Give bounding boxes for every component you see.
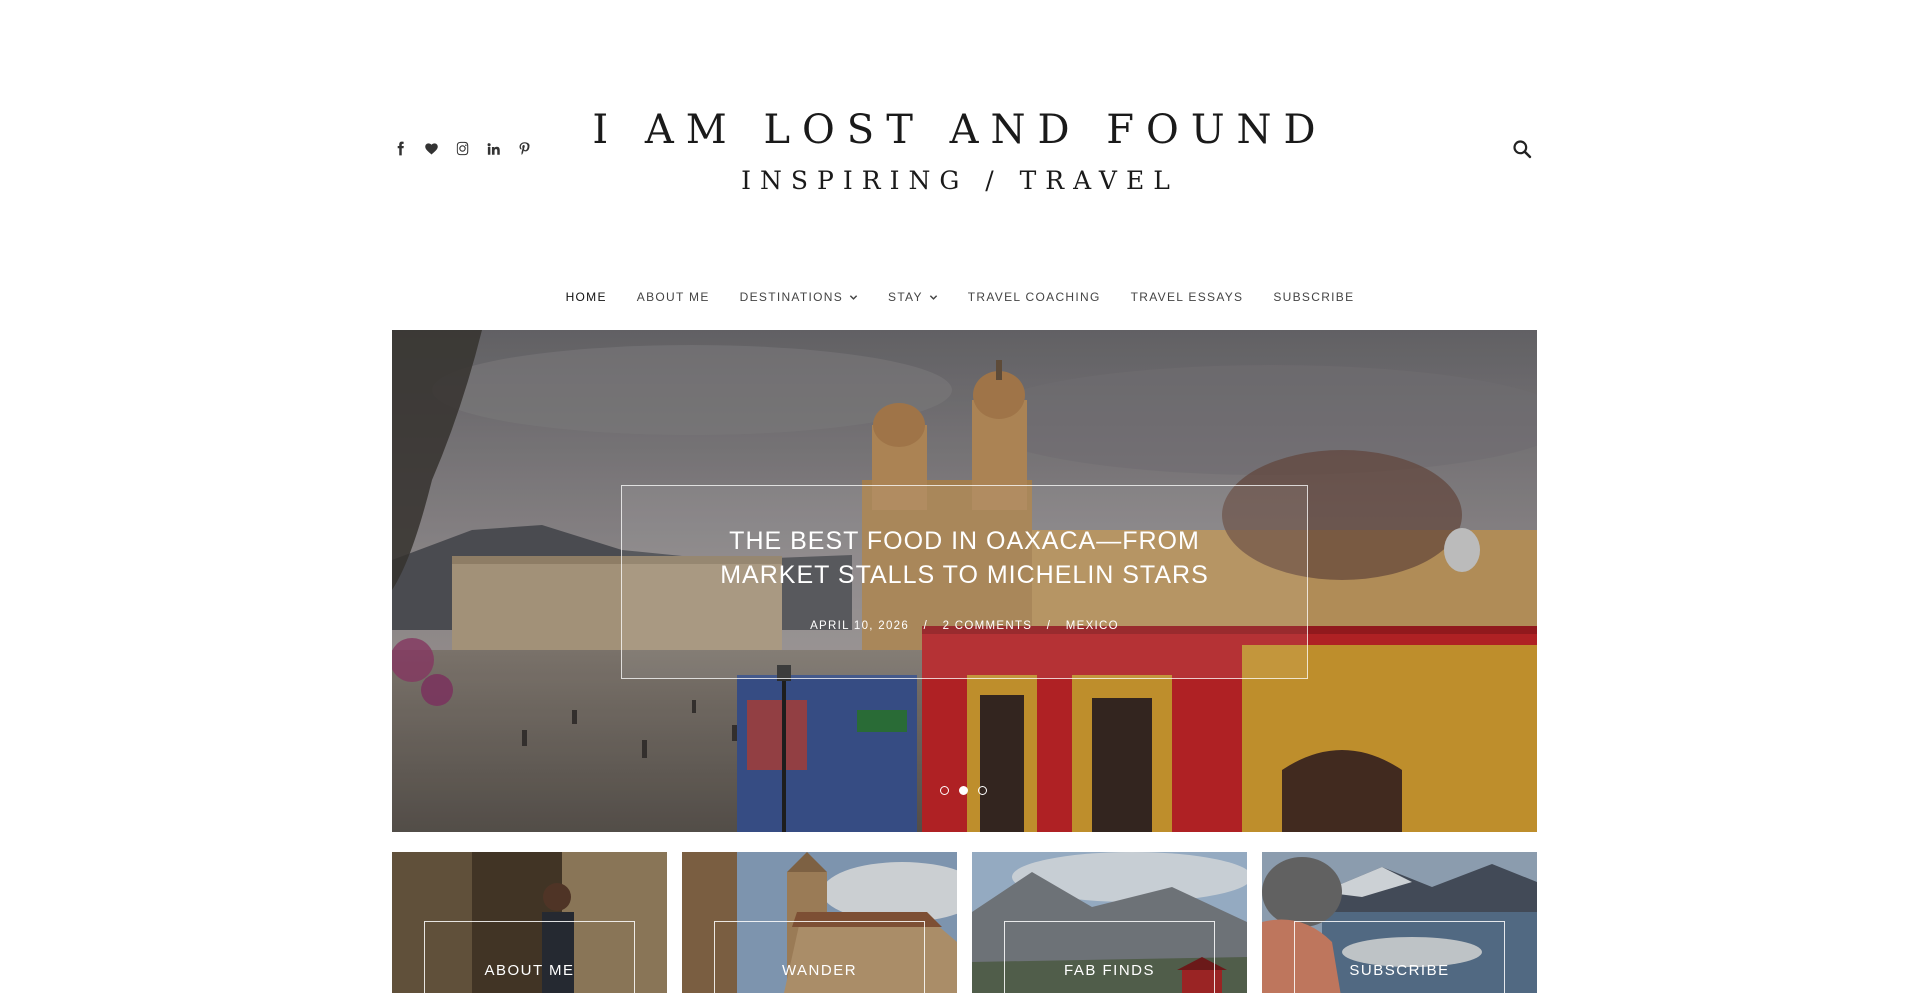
nav-item-label: HOME [565,290,607,304]
site-header: I AM LOST AND FOUND INSPIRING / TRAVEL [0,0,1920,280]
nav-item-label: STAY [888,290,923,304]
nav-item-label: SUBSCRIBE [1273,290,1355,304]
tile-label: ABOUT ME [484,962,575,979]
meta-separator: / [1046,620,1052,632]
tile-label: SUBSCRIBE [1349,962,1450,979]
search-button[interactable] [1512,139,1534,161]
nav-item-stay[interactable]: STAY [888,290,938,304]
tile-label: WANDER [781,962,858,979]
tile-label: FAB FINDS [1063,962,1155,979]
post-category[interactable]: MEXICO [1066,620,1119,632]
nav-item-home[interactable]: HOME [566,290,607,304]
site-tagline: INSPIRING / TRAVEL [741,166,1179,195]
nav-item-travel-essays[interactable]: TRAVEL ESSAYS [1131,290,1244,304]
nav-item-destinations[interactable]: DESTINATIONS [740,290,858,304]
promo-tile-subscribe[interactable]: SUBSCRIBE [1262,852,1537,993]
nav-item-subscribe[interactable]: SUBSCRIBE [1273,290,1354,304]
tile-frame [714,921,925,993]
tile-frame [1294,921,1505,993]
nav-item-label: DESTINATIONS [739,290,844,304]
promo-tile-about-me[interactable]: ABOUT ME [392,852,667,993]
slide-title[interactable]: THE BEST FOOD IN OAXACA—FROM MARKET STAL… [622,524,1307,592]
search-icon [1513,140,1532,159]
nav-item-label: ABOUT ME [636,290,710,304]
tile-frame [1004,921,1215,993]
slide-meta: APRIL 10, 2026 / 2 COMMENTS / MEXICO [622,620,1307,632]
hero-slider: THE BEST FOOD IN OAXACA—FROM MARKET STAL… [392,330,1537,832]
chevron-down-icon [929,294,937,300]
post-comments[interactable]: 2 COMMENTS [943,620,1033,632]
slider-dot-1[interactable] [940,786,949,795]
meta-separator: / [923,620,929,632]
tile-frame [424,921,635,993]
slider-dot-3[interactable] [978,786,987,795]
promo-tile-fab-finds[interactable]: FAB FINDS [972,852,1247,993]
nav-item-label: TRAVEL COACHING [967,290,1101,304]
promo-tiles: ABOUT ME WANDER FAB FINDS SUBSCRIBE [392,852,1537,993]
slider-pagination [940,786,987,795]
post-date[interactable]: APRIL 10, 2026 [810,620,909,632]
promo-tile-wander[interactable]: WANDER [682,852,957,993]
chevron-down-icon [849,294,858,300]
main-navigation: HOME ABOUT ME DESTINATIONS STAY TRAVEL C… [0,290,1920,304]
nav-item-about-me[interactable]: ABOUT ME [637,290,710,304]
slide-caption[interactable]: THE BEST FOOD IN OAXACA—FROM MARKET STAL… [621,485,1308,679]
slider-dot-2[interactable] [959,786,968,795]
nav-item-travel-coaching[interactable]: TRAVEL COACHING [968,290,1101,304]
nav-item-label: TRAVEL ESSAYS [1130,290,1244,304]
site-title[interactable]: I AM LOST AND FOUND [0,106,1920,154]
site-branding: I AM LOST AND FOUND INSPIRING / TRAVEL [0,106,1920,196]
